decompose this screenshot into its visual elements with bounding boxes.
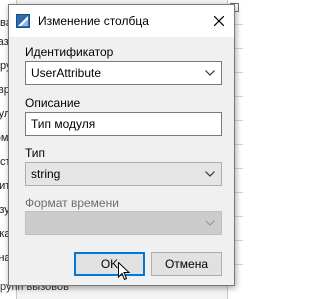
type-dropdown[interactable]: string xyxy=(25,162,222,186)
app-icon xyxy=(16,14,30,28)
description-field[interactable]: Тип модуля xyxy=(25,112,222,136)
close-button[interactable] xyxy=(205,5,234,37)
description-value: Тип модуля xyxy=(31,117,96,131)
chevron-down-icon xyxy=(205,70,215,76)
edit-column-dialog: Изменение столбца Идентификатор UserAttr… xyxy=(8,4,235,286)
identifier-label: Идентификатор xyxy=(25,45,114,59)
dialog-titlebar[interactable]: Изменение столбца xyxy=(9,5,234,37)
time-format-dropdown xyxy=(25,211,222,235)
description-label: Описание xyxy=(25,96,81,110)
ok-button[interactable]: OK xyxy=(74,252,145,276)
chevron-down-icon xyxy=(205,171,215,177)
time-format-label: Формат времени xyxy=(25,196,119,210)
type-label: Тип xyxy=(25,146,46,160)
dialog-title: Изменение столбца xyxy=(38,14,149,28)
type-value: string xyxy=(31,167,61,181)
chevron-down-icon xyxy=(205,220,215,226)
close-icon xyxy=(214,16,224,26)
cancel-button[interactable]: Отмена xyxy=(151,252,222,276)
identifier-combobox[interactable]: UserAttribute xyxy=(25,61,222,85)
identifier-value: UserAttribute xyxy=(31,66,102,80)
mouse-pointer-icon xyxy=(118,262,130,281)
